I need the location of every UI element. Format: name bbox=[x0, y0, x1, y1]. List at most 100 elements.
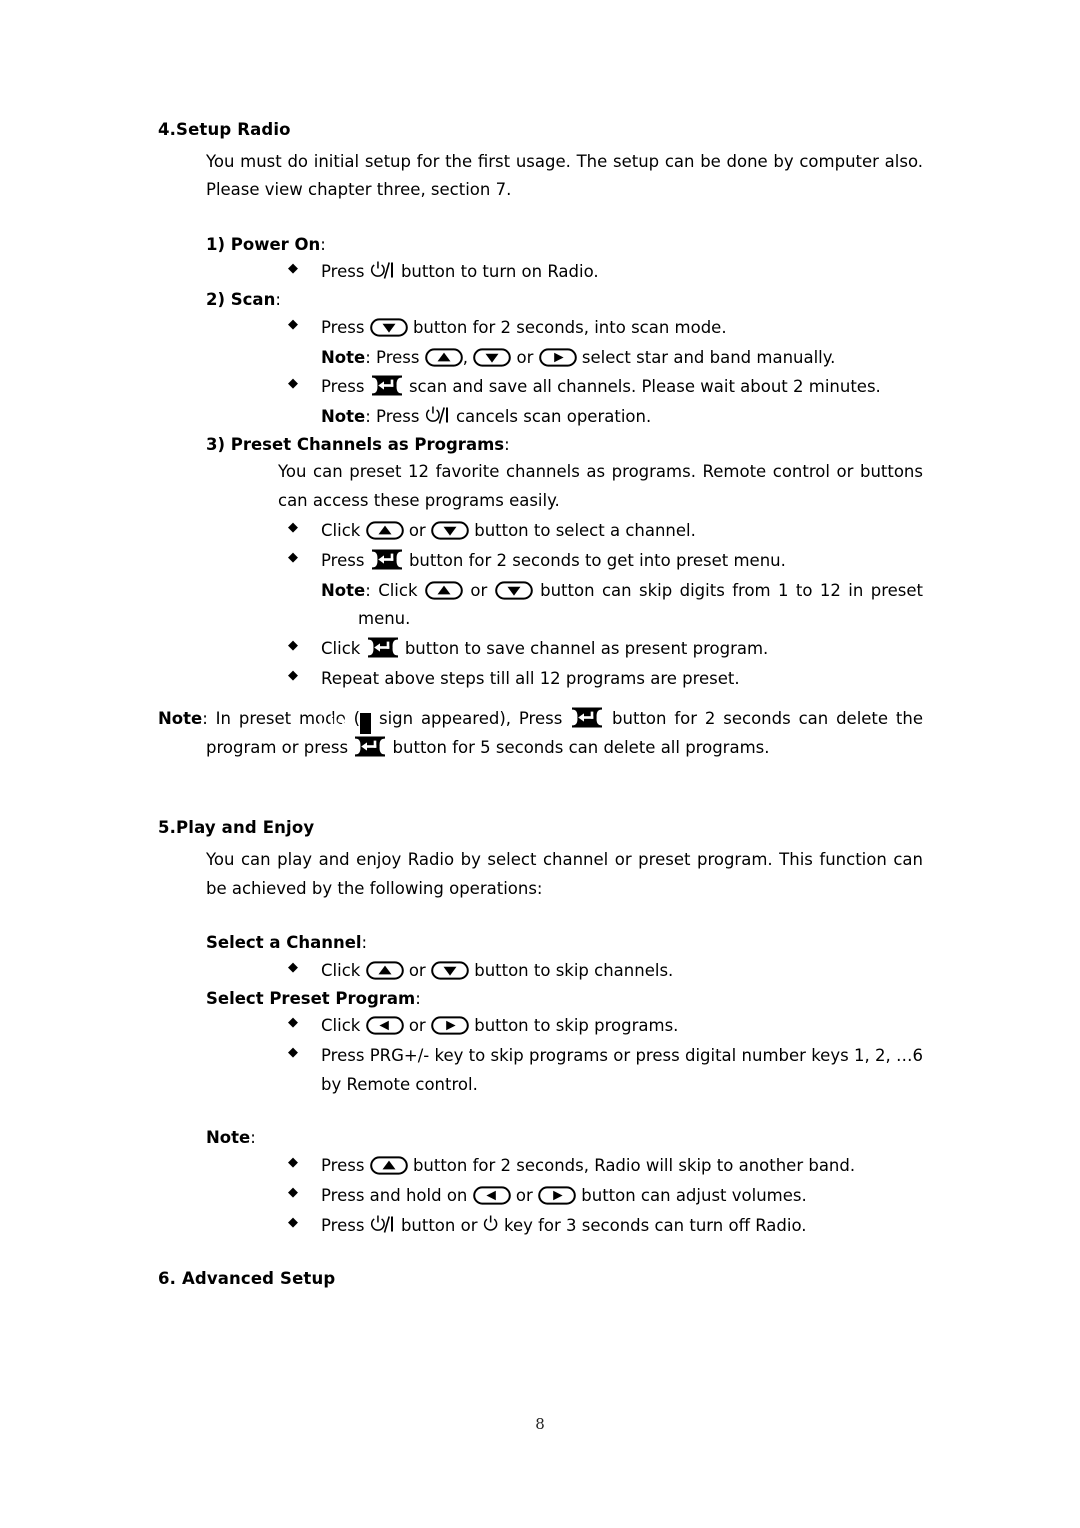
diamond-bullet-icon: ◆ bbox=[288, 1155, 298, 1171]
text-click: Click bbox=[321, 521, 361, 541]
heading-preset-channels-colon: : bbox=[504, 434, 510, 454]
heading-select-preset-program: Select Preset Program: bbox=[158, 987, 923, 1012]
list-item: ◆ Press button for 2 seconds, Radio will… bbox=[158, 1152, 923, 1181]
text-press: Press bbox=[321, 550, 365, 570]
list-item: ◆ Press button for 2 seconds to get into… bbox=[158, 547, 923, 576]
note-text-pre: : Click bbox=[365, 580, 418, 600]
up-arrow-button-icon bbox=[369, 1155, 408, 1176]
list-item: ◆ Press scan and save all channels. Plea… bbox=[158, 373, 923, 402]
power-standby-icon bbox=[370, 261, 396, 280]
heading-advanced-setup: 6. Advanced Setup bbox=[158, 1269, 336, 1289]
power-symbol-icon bbox=[483, 1215, 499, 1234]
text-click: Click bbox=[321, 1016, 361, 1036]
text-or: or bbox=[408, 960, 426, 980]
note-text-pre: : Press bbox=[365, 406, 420, 426]
heading-scan-text: 2) Scan bbox=[206, 290, 276, 310]
page-number: 8 bbox=[535, 1415, 545, 1433]
list-select-channel: ◆ Click or button to skip channels. bbox=[158, 957, 923, 986]
enter-key-icon bbox=[370, 548, 404, 571]
heading-play-and-enjoy: 5.Play and Enjoy bbox=[158, 818, 315, 838]
page-content: 4.Setup Radio You must do initial setup … bbox=[158, 118, 923, 1297]
diamond-bullet-icon: ◆ bbox=[288, 1015, 298, 1031]
enter-key-icon bbox=[353, 735, 387, 758]
list-item: ◆ Press button for 2 seconds, into scan … bbox=[158, 314, 923, 343]
list-item: ◆ Click button to save channel as presen… bbox=[158, 635, 923, 664]
text-adjust-volumes: button can adjust volumes. bbox=[581, 1185, 807, 1205]
text-or: or bbox=[408, 521, 426, 541]
heading-setup-radio: 4.Setup Radio bbox=[158, 120, 291, 139]
document-page: 4.Setup Radio You must do initial setup … bbox=[0, 0, 1080, 1528]
heading-select-a-channel: Select a Channel: bbox=[158, 931, 923, 956]
left-arrow-button-icon bbox=[365, 1015, 404, 1036]
text-press: Press bbox=[321, 317, 365, 337]
enter-key-icon bbox=[366, 636, 400, 659]
text-skip-band: button for 2 seconds, Radio will skip to… bbox=[412, 1156, 856, 1176]
up-arrow-button-icon bbox=[425, 580, 463, 601]
down-arrow-button-icon bbox=[494, 580, 533, 601]
list-scan: ◆ Press button for 2 seconds, into scan … bbox=[158, 314, 923, 343]
heading-power-on-colon: : bbox=[320, 234, 326, 254]
heading-final-note-colon: : bbox=[250, 1128, 256, 1148]
heading-scan-colon: : bbox=[275, 290, 281, 310]
list-item: ◆ Click or button to skip programs. bbox=[158, 1012, 923, 1041]
diamond-bullet-icon: ◆ bbox=[288, 376, 298, 392]
text-press: Press bbox=[321, 262, 365, 282]
list-select-preset-program: ◆ Click or button to skip programs. ◆ Pr… bbox=[158, 1012, 923, 1099]
text-press: Press bbox=[321, 1156, 365, 1176]
diamond-bullet-icon: ◆ bbox=[288, 549, 298, 565]
text-press: Press bbox=[321, 377, 365, 397]
up-arrow-button-icon bbox=[424, 347, 463, 368]
down-arrow-button-icon bbox=[473, 347, 512, 368]
down-arrow-button-icon bbox=[431, 960, 469, 981]
right-arrow-button-icon bbox=[538, 347, 577, 368]
heading-select-a-channel-text: Select a Channel bbox=[206, 933, 362, 953]
note-text-pre: : Press bbox=[365, 347, 420, 367]
left-arrow-button-icon bbox=[472, 1185, 511, 1206]
text-click: Click bbox=[321, 639, 361, 658]
note-label: Note bbox=[321, 406, 366, 426]
text-press-hold: Press and hold on bbox=[321, 1185, 468, 1205]
note-part2: sign appeared), Press bbox=[378, 709, 563, 729]
list-item: ◆ Press PRG+/- key to skip programs or p… bbox=[158, 1042, 923, 1099]
note-or: or bbox=[516, 347, 534, 367]
heading-power-on-text: 1) Power On bbox=[206, 234, 321, 254]
text-repeat-steps: Repeat above steps till all 12 programs … bbox=[321, 668, 740, 688]
list-final-note: ◆ Press button for 2 seconds, Radio will… bbox=[158, 1152, 923, 1240]
note-text-post: select star and band manually. bbox=[581, 347, 836, 367]
list-sign-badge: List bbox=[318, 713, 372, 735]
heading-select-a-channel-colon: : bbox=[361, 933, 368, 953]
down-arrow-button-icon bbox=[369, 317, 408, 338]
diamond-bullet-icon: ◆ bbox=[288, 316, 298, 332]
diamond-bullet-icon: ◆ bbox=[288, 520, 298, 536]
note-label: Note bbox=[321, 580, 366, 600]
power-standby-icon bbox=[425, 406, 451, 425]
note-comma: , bbox=[462, 347, 468, 367]
note-scan-cancel: Note: Press cancels scan operation. bbox=[158, 403, 923, 432]
diamond-bullet-icon: ◆ bbox=[288, 1045, 298, 1061]
heading-select-preset-program-colon: : bbox=[415, 988, 421, 1008]
paragraph-setup-radio-intro: You must do initial setup for the first … bbox=[206, 151, 923, 200]
diamond-bullet-icon: ◆ bbox=[288, 261, 298, 277]
note-text-post: cancels scan operation. bbox=[455, 406, 652, 426]
list-scan-save: ◆ Press scan and save all channels. Plea… bbox=[158, 373, 923, 402]
enter-key-icon bbox=[570, 706, 604, 729]
list-item: ◆ Repeat above steps till all 12 program… bbox=[158, 665, 923, 694]
down-arrow-button-icon bbox=[431, 520, 469, 541]
text-skip-programs: button to skip programs. bbox=[474, 1016, 679, 1036]
text-press: Press bbox=[321, 1215, 365, 1235]
diamond-bullet-icon: ◆ bbox=[288, 1214, 298, 1230]
list-preset-save: ◆ Click button to save channel as presen… bbox=[158, 635, 923, 693]
text-scan-mode: button for 2 seconds, into scan mode. bbox=[412, 317, 727, 337]
up-arrow-button-icon bbox=[365, 520, 404, 541]
power-standby-icon bbox=[370, 1215, 396, 1234]
text-scan-save: scan and save all channels. Please wait … bbox=[408, 377, 881, 397]
diamond-bullet-icon: ◆ bbox=[288, 667, 298, 683]
note-part4: button for 5 seconds can delete all prog… bbox=[392, 738, 770, 758]
paragraph-play-and-enjoy-intro: You can play and enjoy Radio by select c… bbox=[206, 850, 923, 898]
note-or: or bbox=[470, 580, 488, 600]
heading-power-on: 1) Power On: bbox=[158, 233, 923, 258]
paragraph-preset-intro: You can preset 12 favorite channels as p… bbox=[278, 462, 923, 510]
